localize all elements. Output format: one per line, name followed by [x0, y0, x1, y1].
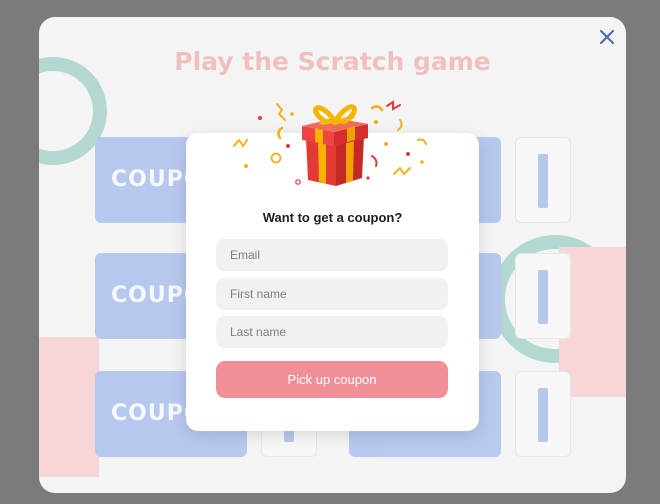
close-button[interactable]	[596, 26, 618, 48]
decorative-shape	[39, 337, 99, 477]
last-name-field[interactable]	[216, 316, 448, 348]
email-field[interactable]	[216, 239, 448, 271]
background-game-title: Play the Scratch game	[174, 47, 491, 76]
gift-box-icon	[233, 100, 427, 186]
background-coupon-stub	[515, 371, 571, 457]
popup-title: Want to get a coupon?	[262, 210, 403, 225]
gift-box	[302, 104, 368, 186]
first-name-field[interactable]	[216, 278, 448, 310]
dimmed-overlay: Play the Scratch game COUPON COUPON COUP…	[0, 0, 660, 504]
background-coupon-stub	[515, 253, 571, 339]
pick-up-coupon-button[interactable]: Pick up coupon	[216, 361, 448, 398]
background-coupon-stub	[515, 137, 571, 223]
close-icon	[599, 29, 615, 45]
